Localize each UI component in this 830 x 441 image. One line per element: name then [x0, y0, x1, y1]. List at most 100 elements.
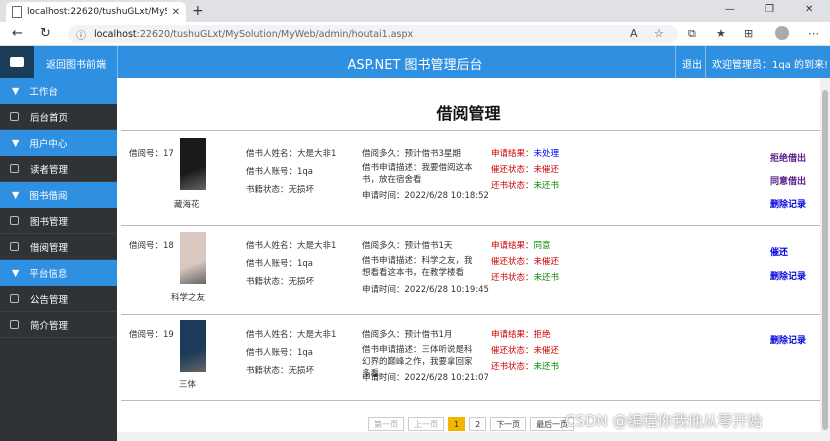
close-window-icon[interactable]: ✕	[805, 4, 813, 15]
app-header: 返回图书前端 ASP.NET 图书管理后台 退出 欢迎管理员：1qa 的到来!	[0, 46, 830, 78]
apply-description: 借书申请描述：科学之友，我想看看这本书，在教学楼看	[362, 256, 473, 278]
reject-borrow-button[interactable]: 拒绝借出	[770, 151, 806, 164]
extensions-icon[interactable]: ⧉	[688, 27, 696, 41]
vertical-scrollbar[interactable]	[820, 78, 830, 441]
scrollbar-thumb[interactable]	[822, 90, 828, 430]
result-value: 同意	[533, 241, 551, 251]
book-cover[interactable]	[180, 138, 206, 190]
return-value: 未还书	[533, 181, 560, 191]
page-2-button[interactable]: 2	[469, 417, 487, 431]
book-cover[interactable]	[180, 232, 206, 284]
tab-title: localhost:22620/tushuGLxt/MySo	[27, 7, 167, 17]
borrower-account: 借书人账号：1qa	[246, 259, 314, 269]
borrower-account: 借书人账号：1qa	[246, 167, 314, 177]
logout-link[interactable]: 退出	[682, 56, 702, 71]
list-icon	[10, 242, 19, 251]
reload-icon[interactable]: ↻	[40, 26, 51, 41]
caret-down-icon: ▼	[12, 137, 20, 149]
overdue-value: 未催还	[533, 165, 560, 175]
apply-description: 借书申请描述：我要借阅这本书，放在宿舍看	[362, 163, 473, 185]
browser-tab-bar: localhost:22620/tushuGLxt/MySo ✕ + — ❐ ✕	[0, 0, 830, 22]
book-icon	[10, 216, 19, 225]
apply-time: 申请时间：2022/6/28 10:19:45	[362, 285, 489, 295]
caret-down-icon: ▼	[12, 85, 20, 97]
new-tab-icon[interactable]: +	[192, 3, 204, 19]
page-title: 借阅管理	[436, 104, 501, 123]
urge-return-button[interactable]: 催还	[770, 245, 788, 258]
apply-time: 申请时间：2022/6/28 10:21:07	[362, 373, 489, 383]
favorites-bar-icon[interactable]: ★	[716, 27, 726, 40]
sidebar-item-home[interactable]: 后台首页	[0, 104, 117, 130]
borrow-record: 借阅号：18 科学之友 借书人姓名：大是大非1 借书人账号：1qa 书籍状态：无…	[117, 229, 820, 315]
first-page-button[interactable]: 第一页	[368, 417, 404, 431]
caret-down-icon: ▼	[12, 267, 20, 279]
sidebar-item-notice[interactable]: 公告管理	[0, 286, 117, 312]
sidebar-group-platform[interactable]: ▼ 平台信息	[0, 260, 117, 286]
delete-record-button[interactable]: 删除记录	[770, 197, 806, 210]
book-state: 书籍状态：无损坏	[246, 185, 315, 195]
overdue-label: 催还状态：	[491, 257, 534, 267]
book-title: 三体	[179, 380, 197, 390]
profile-avatar[interactable]	[775, 26, 789, 40]
borrow-number: 借阅号：18	[129, 241, 174, 251]
borrow-duration: 借阅多久：预计借书1月	[362, 330, 453, 340]
book-cover[interactable]	[180, 320, 206, 372]
return-label: 还书状态：	[491, 362, 534, 372]
url-field[interactable]: ⓘ localhost:22620/tushuGLxt/MySolution/M…	[68, 25, 678, 43]
sidebar-item-borrow-manage[interactable]: 借阅管理	[0, 234, 117, 260]
close-tab-icon[interactable]: ✕	[172, 7, 180, 18]
delete-record-button[interactable]: 删除记录	[770, 269, 806, 282]
overdue-label: 催还状态：	[491, 346, 534, 356]
main-content: 借阅管理 借阅号：17 藏海花 借书人姓名：大是大非1 借书人账号：1qa 书籍…	[117, 78, 820, 441]
result-label: 申请结果：	[491, 149, 534, 159]
borrow-duration: 借阅多久：预计借书3星期	[362, 149, 461, 159]
address-bar: ← ↻ ⓘ localhost:22620/tushuGLxt/MySoluti…	[0, 22, 830, 46]
approve-borrow-button[interactable]: 同意借出	[770, 174, 806, 187]
home-icon	[10, 112, 19, 121]
page-icon	[12, 6, 22, 18]
back-arrow-icon[interactable]: ←	[12, 26, 23, 41]
book-state: 书籍状态：无损坏	[246, 366, 315, 376]
borrower-name: 借书人姓名：大是大非1	[246, 330, 337, 340]
minimize-icon[interactable]: —	[725, 4, 735, 15]
book-title: 藏海花	[174, 200, 200, 210]
browser-tab[interactable]: localhost:22620/tushuGLxt/MySo ✕	[6, 2, 186, 22]
sidebar-group-users[interactable]: ▼ 用户中心	[0, 130, 117, 156]
next-page-button[interactable]: 下一页	[490, 417, 527, 431]
sidebar-group-borrow[interactable]: ▼ 图书借阅	[0, 182, 117, 208]
book-title: 科学之友	[171, 293, 206, 303]
delete-record-button[interactable]: 删除记录	[770, 333, 806, 346]
info-icon: ⓘ	[76, 30, 86, 42]
result-value: 未处理	[533, 149, 560, 159]
prev-page-button[interactable]: 上一页	[408, 417, 444, 431]
result-value: 拒绝	[533, 330, 551, 340]
welcome-text: 欢迎管理员：1qa 的到来!	[712, 60, 829, 71]
collections-icon[interactable]: ⊞	[744, 27, 753, 40]
borrower-account: 借书人账号：1qa	[246, 348, 314, 358]
return-value: 未还书	[533, 273, 560, 283]
book-state: 书籍状态：无损坏	[246, 277, 315, 287]
maximize-icon[interactable]: ❐	[765, 4, 774, 15]
result-label: 申请结果：	[491, 330, 534, 340]
borrow-number: 借阅号：17	[129, 149, 174, 159]
sidebar-group-workbench[interactable]: ▼ 工作台	[0, 78, 117, 104]
more-menu-icon[interactable]: ⋯	[808, 27, 819, 40]
watermark: CSDN @编程你我他从零开始	[565, 412, 763, 430]
apply-time: 申请时间：2022/6/28 10:18:52	[362, 191, 489, 201]
info-icon	[10, 320, 19, 329]
favorite-icon[interactable]: ☆	[654, 27, 664, 40]
sidebar-item-readers[interactable]: 读者管理	[0, 156, 117, 182]
divider	[675, 46, 676, 78]
sidebar-item-intro[interactable]: 简介管理	[0, 312, 117, 338]
divider	[121, 400, 820, 401]
page-1-button[interactable]: 1	[448, 417, 466, 431]
divider	[121, 314, 820, 315]
read-aloud-icon[interactable]: A	[630, 27, 638, 40]
sidebar-item-books[interactable]: 图书管理	[0, 208, 117, 234]
overdue-value: 未催还	[533, 346, 560, 356]
horizontal-scrollbar[interactable]	[117, 432, 820, 441]
borrow-record: 借阅号：19 三体 借书人姓名：大是大非1 借书人账号：1qa 书籍状态：无损坏…	[117, 318, 820, 404]
borrower-name: 借书人姓名：大是大非1	[246, 241, 337, 251]
divider	[121, 225, 820, 226]
borrow-number: 借阅号：19	[129, 330, 174, 340]
